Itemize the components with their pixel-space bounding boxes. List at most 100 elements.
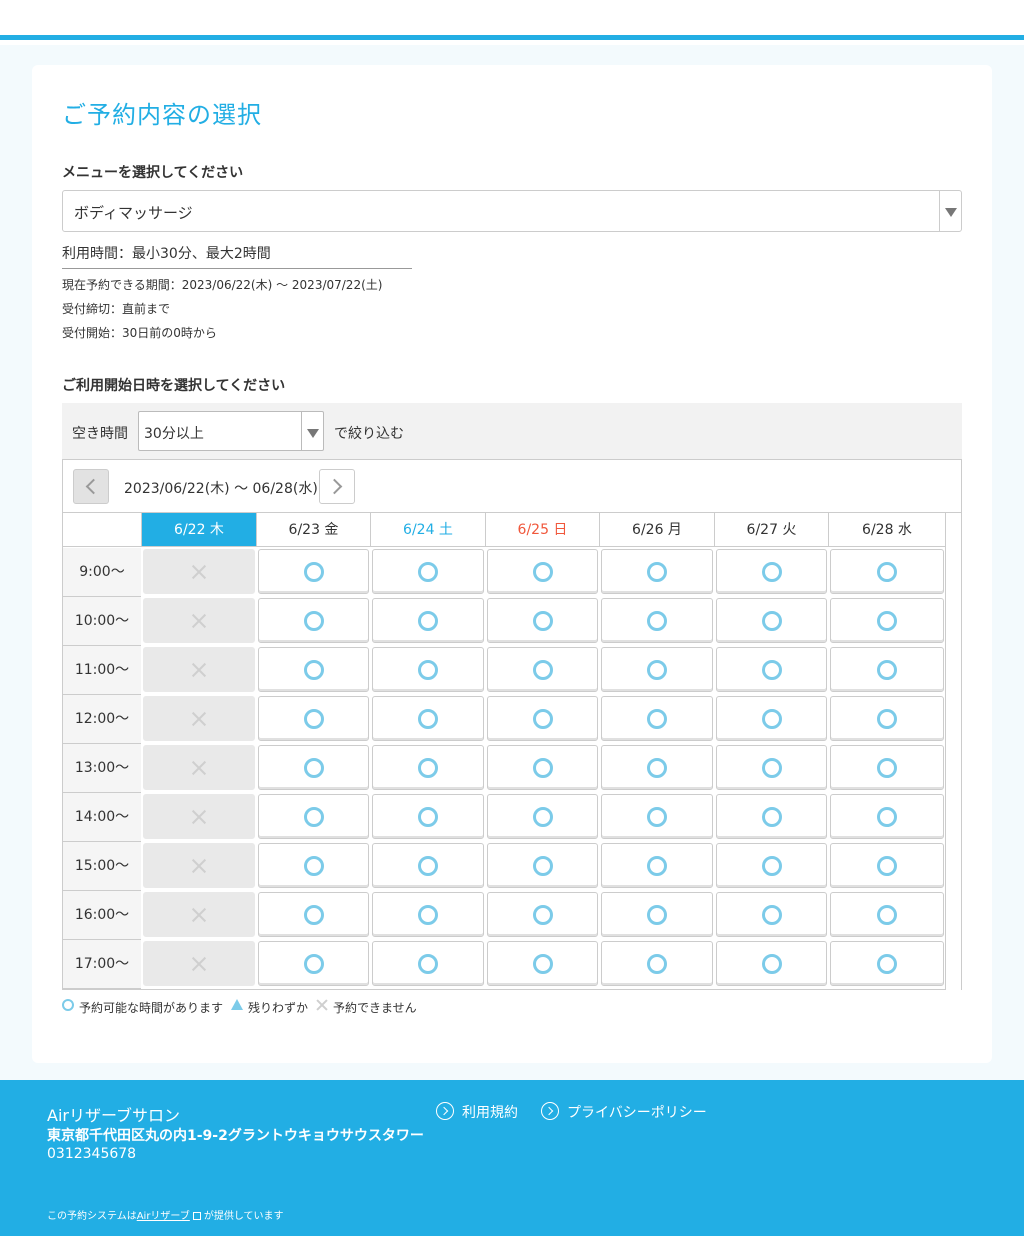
slot-available[interactable]: [830, 941, 944, 986]
slot-available[interactable]: [487, 549, 598, 594]
slot-available[interactable]: [716, 598, 827, 643]
slot-available[interactable]: [830, 794, 944, 839]
slot-available[interactable]: [716, 892, 827, 937]
circle-icon: [761, 904, 782, 925]
header-corner: [63, 513, 141, 547]
slot-available[interactable]: [258, 745, 369, 790]
circle-icon: [418, 855, 438, 876]
slot-available[interactable]: [830, 696, 944, 741]
slot-available[interactable]: [830, 892, 944, 937]
circle-icon: [877, 757, 897, 778]
slot-available[interactable]: [372, 892, 484, 937]
prev-week-button[interactable]: [73, 469, 109, 504]
slot-available[interactable]: [716, 647, 827, 692]
circle-icon: [647, 904, 667, 925]
chevron-down-icon: [945, 208, 957, 217]
slot-available[interactable]: [258, 598, 369, 643]
circle-icon: [877, 610, 897, 631]
slot-available[interactable]: [258, 843, 369, 888]
slot-available[interactable]: [601, 745, 713, 790]
time-label: 15:00〜: [63, 842, 141, 891]
circle-icon: [761, 561, 782, 582]
slot-available[interactable]: [601, 598, 713, 643]
slot-available[interactable]: [601, 647, 713, 692]
menu-select[interactable]: ボディマッサージ: [62, 190, 962, 232]
day-header: 6/23 金: [256, 513, 370, 547]
slot-available[interactable]: [258, 549, 369, 594]
slot-available[interactable]: [601, 549, 713, 594]
circle-icon: [303, 708, 324, 729]
next-week-button[interactable]: [319, 469, 355, 504]
circle-icon: [647, 561, 667, 582]
slot-available[interactable]: [372, 794, 484, 839]
slot-available[interactable]: [830, 598, 944, 643]
slot-available[interactable]: [830, 745, 944, 790]
slot-available[interactable]: [716, 696, 827, 741]
slot-available[interactable]: [258, 892, 369, 937]
circle-icon: [877, 659, 897, 680]
slot-available[interactable]: [830, 843, 944, 888]
slot-available[interactable]: [716, 941, 827, 986]
circle-icon: [303, 561, 324, 582]
reservation-card: ご予約内容の選択 メニューを選択してください ボディマッサージ 利用時間：最小3…: [32, 65, 992, 1063]
usage-time: 利用時間：最小30分、最大2時間: [62, 243, 412, 269]
menu-dropdown-arrow[interactable]: [939, 191, 961, 231]
slot-available[interactable]: [487, 892, 598, 937]
slot-available[interactable]: [372, 745, 484, 790]
circle-icon: [303, 659, 324, 680]
terms-link-label: 利用規約: [462, 1105, 518, 1121]
circle-icon: [647, 855, 667, 876]
circle-icon: [532, 904, 553, 925]
slot-available[interactable]: [716, 794, 827, 839]
slot-unavailable: [143, 843, 255, 888]
available-circle-icon: [62, 999, 74, 1011]
free-time-select[interactable]: 30分以上: [138, 411, 324, 451]
slot-available[interactable]: [487, 941, 598, 986]
slot-available[interactable]: [487, 647, 598, 692]
slot-available[interactable]: [258, 941, 369, 986]
external-link-icon: [192, 1212, 201, 1220]
circle-icon: [761, 708, 782, 729]
slot-available[interactable]: [601, 892, 713, 937]
slot-available[interactable]: [372, 647, 484, 692]
slot-available[interactable]: [372, 549, 484, 594]
airreserve-link[interactable]: Airリザーブ: [137, 1211, 190, 1222]
circle-icon: [303, 806, 324, 827]
slot-available[interactable]: [372, 843, 484, 888]
circle-icon: [877, 561, 897, 582]
slot-available[interactable]: [601, 696, 713, 741]
circle-icon: [532, 806, 553, 827]
menu-label: メニューを選択してください: [62, 165, 244, 181]
free-time-dropdown-arrow[interactable]: [301, 412, 323, 450]
slot-available[interactable]: [258, 794, 369, 839]
slot-available[interactable]: [258, 647, 369, 692]
cross-icon: [191, 760, 207, 776]
cross-icon: [191, 907, 207, 923]
slot-available[interactable]: [601, 843, 713, 888]
slot-available[interactable]: [487, 745, 598, 790]
slot-available[interactable]: [830, 647, 944, 692]
slot-available[interactable]: [487, 598, 598, 643]
slot-available[interactable]: [716, 843, 827, 888]
slot-available[interactable]: [601, 941, 713, 986]
slot-unavailable: [143, 794, 255, 839]
slot-available[interactable]: [601, 794, 713, 839]
time-label: 14:00〜: [63, 793, 141, 842]
chevron-circle-right-icon: [436, 1102, 454, 1120]
slot-available[interactable]: [716, 549, 827, 594]
slot-available[interactable]: [487, 843, 598, 888]
deadline-info: 受付締切：直前まで: [62, 302, 171, 316]
slot-available[interactable]: [258, 696, 369, 741]
slot-available[interactable]: [487, 696, 598, 741]
slot-available[interactable]: [830, 549, 944, 594]
slot-available[interactable]: [487, 794, 598, 839]
slot-available[interactable]: [372, 941, 484, 986]
slot-available[interactable]: [372, 696, 484, 741]
slot-available[interactable]: [716, 745, 827, 790]
slot-available[interactable]: [372, 598, 484, 643]
privacy-link-label: プライバシーポリシー: [567, 1105, 707, 1121]
time-label: 12:00〜: [63, 695, 141, 744]
cross-icon: [191, 613, 207, 629]
time-label: 11:00〜: [63, 646, 141, 695]
circle-icon: [761, 659, 782, 680]
